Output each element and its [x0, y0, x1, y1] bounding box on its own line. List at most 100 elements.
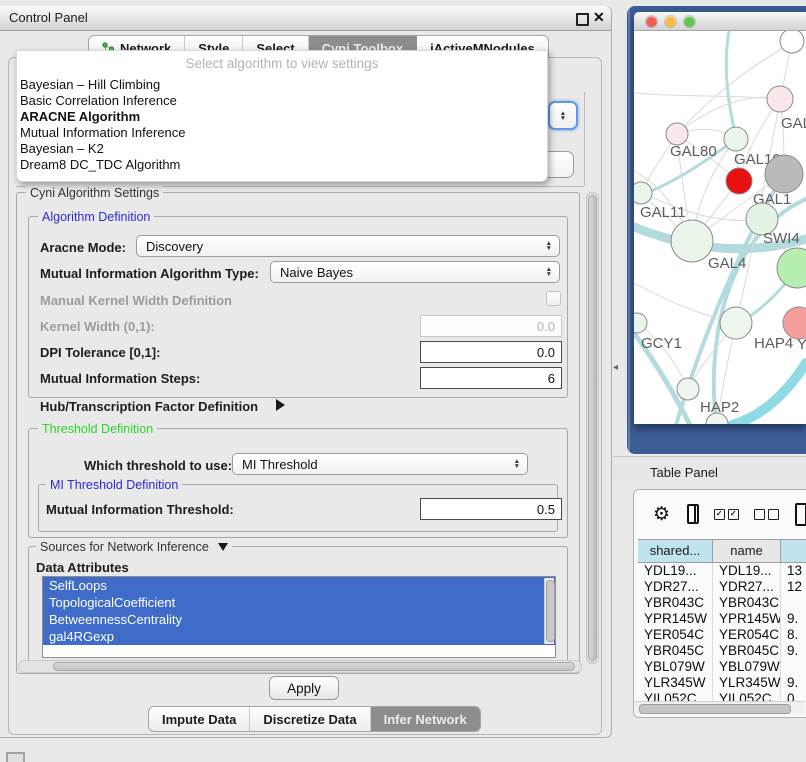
tab-impute-data[interactable]: Impute Data [149, 707, 250, 731]
mi-threshold-definition-title: MI Threshold Definition [46, 478, 182, 492]
close-icon[interactable]: ✕ [593, 9, 605, 26]
network-node-gal80[interactable] [666, 123, 688, 145]
mac-minimize-icon[interactable] [665, 16, 676, 27]
network-node-gal10[interactable] [724, 127, 748, 151]
float-window-icon[interactable] [576, 13, 589, 26]
table-cell: 9. [781, 643, 806, 659]
select-all-icon[interactable]: ✓✓ [714, 509, 739, 520]
table-row[interactable]: YER054CYER054C8. [638, 627, 806, 643]
table-horizontal-scrollbar[interactable] [634, 701, 805, 714]
table-cell: YBR043C [638, 595, 713, 611]
which-threshold-label: Which threshold to use: [84, 458, 232, 473]
network-edge[interactable] [634, 93, 780, 99]
collapsed-panel-icon[interactable] [6, 752, 25, 762]
network-node-hap2[interactable] [677, 378, 699, 400]
attribute-item-selfloops[interactable]: SelfLoops [43, 577, 555, 594]
network-node-gal[interactable] [767, 86, 793, 112]
node-label: GCY1 [641, 335, 682, 352]
scrollbar-thumb[interactable] [546, 580, 555, 642]
attributes-vertical-scrollbar[interactable] [544, 578, 554, 644]
column-header-name[interactable]: name [713, 540, 781, 562]
apply-button[interactable]: Apply [269, 676, 339, 700]
sources-title-text: Sources for Network Inference [40, 540, 209, 554]
settings-gear-icon[interactable]: ⚙ [653, 503, 670, 526]
mi-threshold-field[interactable]: 0.5 [420, 498, 562, 520]
table-cell: 9. [781, 675, 806, 691]
spinner-icon: ▲▼ [546, 241, 552, 251]
algorithm-dropdown-popup: Select algorithm to view settings Bayesi… [16, 50, 548, 182]
spinner-icon: ▲▼ [514, 459, 520, 469]
network-node-gal4[interactable] [671, 220, 713, 262]
table-row[interactable]: YLR345WYLR345W9. [638, 675, 806, 691]
attribute-item-betweennesscentrality[interactable]: BetweennessCentrality [43, 611, 555, 628]
table-row[interactable]: YIL052CYIL052C0. [638, 691, 806, 701]
table-row[interactable]: YBR043CYBR043C [638, 595, 806, 611]
algorithm-option-bayesian-hill-climbing[interactable]: Bayesian – Hill Climbing [17, 77, 547, 93]
manual-kernel-label: Manual Kernel Width Definition [40, 293, 232, 308]
table-row[interactable]: YDR27...YDR27...12 [638, 579, 806, 595]
panel-resize-arrow-icon[interactable]: ◂ [613, 362, 618, 373]
control-panel-titlebar[interactable] [0, 6, 611, 31]
tab-infer-network[interactable]: Infer Network [371, 707, 480, 731]
scrollbar-thumb[interactable] [53, 662, 575, 671]
table-row[interactable]: YBR045CYBR045C9. [638, 643, 806, 659]
table-cell: YPR145W [638, 611, 713, 627]
algorithm-combo-spinner[interactable]: ▲▼ [548, 101, 578, 130]
settings-horizontal-scrollbar[interactable] [18, 660, 582, 673]
network-canvas[interactable]: GALGAL80GAL10GAL1GAL11SWI4GAL4GCY1HAP4YH… [634, 31, 806, 424]
dpi-tolerance-field[interactable]: 0.0 [420, 341, 562, 363]
table-row[interactable]: YDL19...YDL19...13 [638, 563, 806, 579]
aracne-mode-label: Aracne Mode: [40, 240, 126, 255]
tab-label: Impute Data [162, 712, 236, 727]
mi-steps-field[interactable]: 6 [420, 367, 562, 389]
tab-discretize-data[interactable]: Discretize Data [250, 707, 370, 731]
network-node-gal1[interactable] [726, 168, 752, 194]
network-node[interactable] [780, 31, 804, 53]
attribute-item-gal4rgexp[interactable]: gal4RGexp [43, 628, 555, 645]
network-node-hap4[interactable] [720, 307, 752, 339]
table-toolbar: ⚙ ✓✓ [634, 498, 806, 530]
collapsed-arrow-icon[interactable] [276, 399, 285, 411]
mi-algorithm-type-combo[interactable]: Naive Bayes ▲▼ [270, 261, 560, 283]
algorithm-option-mutual-information-inference[interactable]: Mutual Information Inference [17, 125, 547, 141]
aracne-mode-combo[interactable]: Discovery ▲▼ [136, 235, 560, 257]
network-edge[interactable] [726, 31, 736, 139]
page-icon[interactable] [795, 503, 806, 526]
network-node[interactable] [765, 155, 803, 193]
table-cell: YBR045C [713, 643, 781, 659]
column-header-col3[interactable] [781, 540, 806, 562]
cyni-bottom-tabbar: Impute Data Discretize DataInfer Network [148, 706, 481, 732]
column-header-shared[interactable]: shared... [638, 540, 713, 562]
table-cell: 0. [781, 691, 806, 701]
network-node[interactable] [777, 248, 806, 288]
algorithm-dropdown-prompt: Select algorithm to view settings [17, 51, 547, 77]
scrollbar-thumb[interactable] [588, 195, 597, 661]
deselect-all-icon[interactable] [754, 509, 779, 520]
data-attributes-list[interactable]: SelfLoopsTopologicalCoefficientBetweenne… [42, 576, 556, 658]
network-window-titlebar[interactable] [634, 12, 806, 31]
network-node-gcy1[interactable] [634, 313, 647, 333]
which-threshold-combo[interactable]: MI Threshold ▲▼ [232, 453, 528, 475]
table-row[interactable]: YPR145WYPR145W9. [638, 611, 806, 627]
node-label: GAL [781, 115, 806, 132]
table-cell: YLR345W [713, 675, 781, 691]
settings-vertical-scrollbar[interactable] [586, 192, 599, 664]
table-cell: YER054C [713, 627, 781, 643]
hub-section-label[interactable]: Hub/Transcription Factor Definition [40, 399, 258, 414]
table-cell: 13 [781, 563, 806, 579]
column-layout-icon[interactable] [687, 504, 699, 524]
attribute-item-topologicalcoefficient[interactable]: TopologicalCoefficient [43, 594, 555, 611]
network-node-gal11[interactable] [634, 182, 652, 204]
network-edge[interactable] [732, 363, 806, 424]
scrollbar-thumb[interactable] [639, 704, 791, 714]
mi-threshold-label: Mutual Information Threshold: [46, 502, 234, 517]
algorithm-option-basic-correlation-inference[interactable]: Basic Correlation Inference [17, 93, 547, 109]
mac-zoom-icon[interactable] [684, 16, 695, 27]
algorithm-option-bayesian-k2[interactable]: Bayesian – K2 [17, 141, 547, 157]
table-row[interactable]: YBL079WYBL079W [638, 659, 806, 675]
algorithm-option-dream8-dc-tdc-algorithm[interactable]: Dream8 DC_TDC Algorithm [17, 157, 547, 173]
mac-close-icon[interactable] [646, 16, 657, 27]
expanded-arrow-icon[interactable] [218, 543, 228, 551]
algorithm-option-aracne-algorithm[interactable]: ARACNE Algorithm [17, 109, 547, 125]
cyni-algorithm-settings-title: Cyni Algorithm Settings [26, 186, 163, 200]
